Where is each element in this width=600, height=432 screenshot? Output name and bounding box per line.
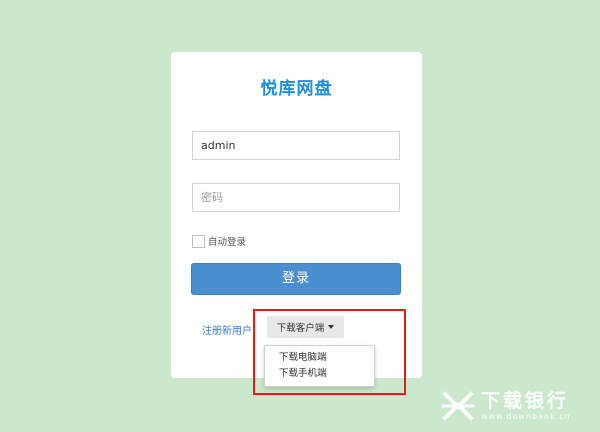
login-button[interactable]: 登录 [191,263,401,295]
register-link[interactable]: 注册新用户 [202,322,252,337]
highlight-annotation-box [253,309,406,395]
watermark: 下载银行 www.downbank.cn [440,385,598,427]
watermark-name: 下载银行 [481,390,570,412]
watermark-domain: www.downbank.cn [481,412,571,421]
remember-label: 自动登录 [208,237,247,248]
password-input[interactable] [192,183,400,212]
downbank-logo-icon [441,391,475,421]
remember-me[interactable]: 自动登录 [192,234,246,248]
app-title: 悦库网盘 [260,79,333,99]
remember-checkbox[interactable] [192,234,205,248]
username-input[interactable] [192,131,400,160]
